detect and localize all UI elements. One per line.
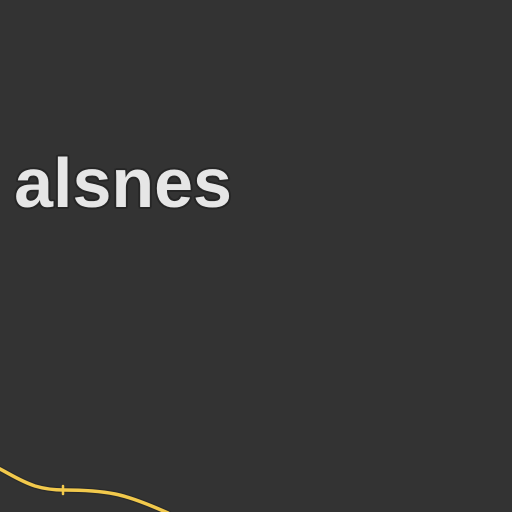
map-tile[interactable]: alsnes — [0, 0, 512, 512]
road-layer — [0, 465, 171, 512]
place-label: alsnes — [14, 144, 232, 222]
